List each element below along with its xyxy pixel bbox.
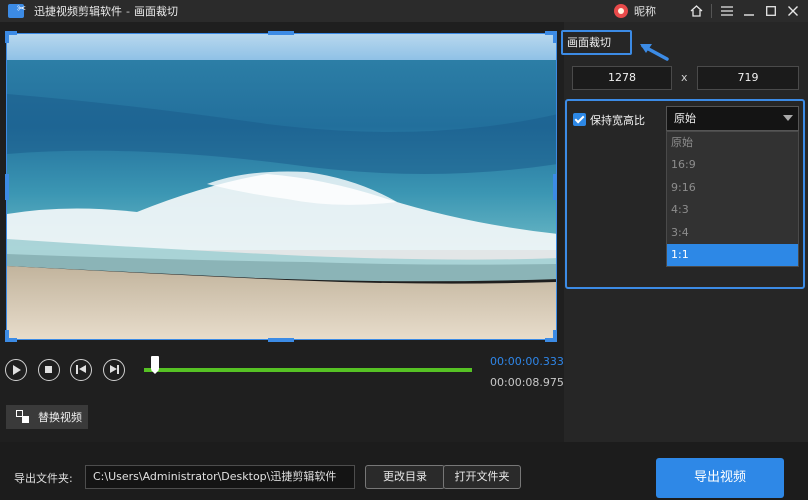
export-path-input[interactable]: C:\Users\Administrator\Desktop\迅捷剪辑软件 (85, 465, 355, 489)
crop-handle-right[interactable] (553, 174, 557, 200)
arrow-pointer-icon (640, 44, 669, 61)
ratio-option-4-3[interactable]: 4:3 (667, 199, 798, 221)
avatar[interactable] (614, 4, 628, 18)
stop-icon[interactable] (38, 359, 60, 381)
ratio-option-original[interactable]: 原始 (667, 132, 798, 154)
user-name[interactable]: 昵称 (634, 3, 656, 19)
crop-handle-bottom-right[interactable] (545, 330, 557, 342)
crop-height-input[interactable]: 719 (697, 66, 799, 90)
title-separator: - (126, 4, 130, 18)
close-icon[interactable] (782, 0, 804, 22)
replace-icon (16, 410, 30, 424)
keep-ratio-checkbox[interactable] (573, 113, 586, 126)
crop-handle-top-right[interactable] (545, 31, 557, 43)
crop-section-header: 画面裁切 (561, 30, 632, 55)
app-title: 迅捷视频剪辑软件 (34, 5, 122, 18)
control-divider (711, 4, 712, 18)
dimension-separator: x (681, 71, 688, 84)
crop-handle-bottom-left[interactable] (5, 330, 17, 342)
maximize-icon[interactable] (760, 0, 782, 22)
crop-handle-top[interactable] (268, 31, 294, 35)
ratio-option-9-16[interactable]: 9:16 (667, 177, 798, 199)
open-folder-button[interactable]: 打开文件夹 (443, 465, 521, 489)
window-controls (685, 0, 804, 22)
chevron-down-icon[interactable] (783, 115, 793, 121)
timeline-track[interactable] (144, 368, 472, 372)
change-directory-button[interactable]: 更改目录 (365, 465, 445, 489)
crop-width-input[interactable]: 1278 (572, 66, 672, 90)
prev-frame-icon[interactable] (70, 359, 92, 381)
video-preview[interactable] (6, 33, 557, 340)
replace-video-label: 替换视频 (38, 411, 82, 424)
crop-handle-top-left[interactable] (5, 31, 17, 43)
replace-video-button[interactable]: 替换视频 (6, 405, 88, 429)
menu-icon[interactable] (716, 0, 738, 22)
user-profile[interactable]: 昵称 (614, 3, 656, 19)
export-folder-label: 导出文件夹: (14, 472, 73, 485)
keep-ratio-label[interactable]: 保持宽高比 (590, 112, 645, 128)
play-icon[interactable] (5, 359, 27, 381)
total-time: 00:00:08.975 (490, 376, 564, 389)
app-logo-icon: ✂ (8, 2, 28, 20)
minimize-icon[interactable] (738, 0, 760, 22)
aspect-ratio-options: 原始 16:9 9:16 4:3 3:4 1:1 (666, 131, 799, 267)
aspect-ratio-select[interactable]: 原始 (666, 106, 799, 131)
next-frame-icon[interactable] (103, 359, 125, 381)
ratio-option-16-9[interactable]: 16:9 (667, 154, 798, 176)
ratio-option-3-4[interactable]: 3:4 (667, 222, 798, 244)
crop-handle-bottom[interactable] (268, 338, 294, 342)
timeline-handle[interactable] (151, 356, 159, 374)
page-title: 画面裁切 (133, 5, 178, 18)
title-bar: ✂ 迅捷视频剪辑软件 - 画面裁切 昵称 (0, 0, 808, 22)
video-frame (7, 34, 556, 339)
export-video-button[interactable]: 导出视频 (656, 458, 784, 498)
ratio-option-1-1[interactable]: 1:1 (667, 243, 798, 267)
home-icon[interactable] (685, 0, 707, 22)
current-time: 00:00:00.333 (490, 355, 564, 368)
crop-handle-left[interactable] (5, 174, 9, 200)
